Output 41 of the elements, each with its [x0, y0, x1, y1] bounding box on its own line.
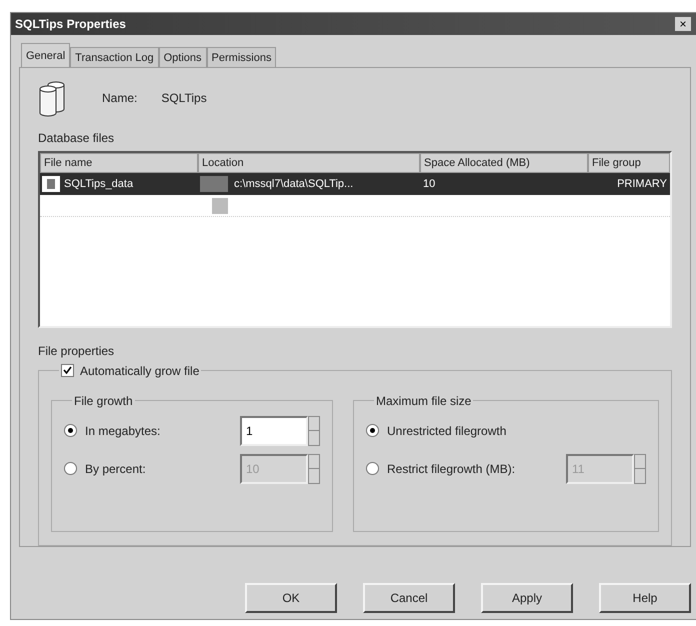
- window-title: SQLTips Properties: [15, 16, 126, 33]
- radio-label: Unrestricted filegrowth: [387, 422, 508, 440]
- browse-icon: [212, 198, 228, 214]
- check-icon: [63, 366, 72, 376]
- section-label: Database files: [38, 130, 116, 148]
- radio-button[interactable]: [366, 424, 379, 438]
- tab[interactable]: Options: [158, 47, 207, 67]
- checkbox-label: Automatically grow file: [80, 362, 200, 380]
- dialog-button[interactable]: OK: [245, 583, 337, 613]
- spinner-control[interactable]: [308, 454, 320, 484]
- column-header[interactable]: File group: [588, 153, 670, 174]
- section-label: File properties: [38, 342, 116, 360]
- column-header[interactable]: File name: [40, 153, 198, 174]
- name-label: Name:: [102, 90, 138, 107]
- table-row[interactable]: SQLTips_data c:\mssql7\data\SQLTip... 10 PRIMARY: [40, 173, 670, 196]
- tab[interactable]: Transaction Log: [70, 47, 159, 67]
- table-cell-text: c:\mssql7\data\SQLTip...: [234, 176, 354, 192]
- table-cell-text: SQLTips_data: [64, 176, 134, 192]
- tab[interactable]: Permissions: [206, 47, 276, 67]
- spinner-control[interactable]: [308, 416, 320, 446]
- browse-icon: [200, 176, 228, 192]
- radio-label: By percent:: [85, 460, 147, 478]
- spinner-control[interactable]: [634, 454, 646, 484]
- dialog-button[interactable]: Help: [599, 583, 691, 613]
- radio-label: In megabytes:: [85, 422, 162, 440]
- table-cell-text: 10: [422, 176, 436, 192]
- file-icon: [42, 176, 60, 192]
- table-cell-text: PRIMARY: [616, 176, 668, 192]
- number-field[interactable]: 1: [240, 416, 308, 446]
- column-header[interactable]: Location: [198, 153, 420, 174]
- group-title: File growth: [73, 392, 134, 410]
- tab[interactable]: General: [21, 43, 70, 67]
- group-title: Maximum file size: [375, 392, 472, 410]
- checkbox[interactable]: [61, 364, 74, 378]
- column-header[interactable]: Space Allocated (MB): [420, 153, 588, 174]
- radio-button[interactable]: [64, 424, 77, 438]
- radio-label: Restrict filegrowth (MB):: [387, 460, 516, 478]
- close-button[interactable]: ×: [675, 17, 691, 31]
- dialog-button[interactable]: Apply: [481, 583, 573, 613]
- dialog-button[interactable]: Cancel: [363, 583, 455, 613]
- name-value: SQLTips: [161, 90, 207, 107]
